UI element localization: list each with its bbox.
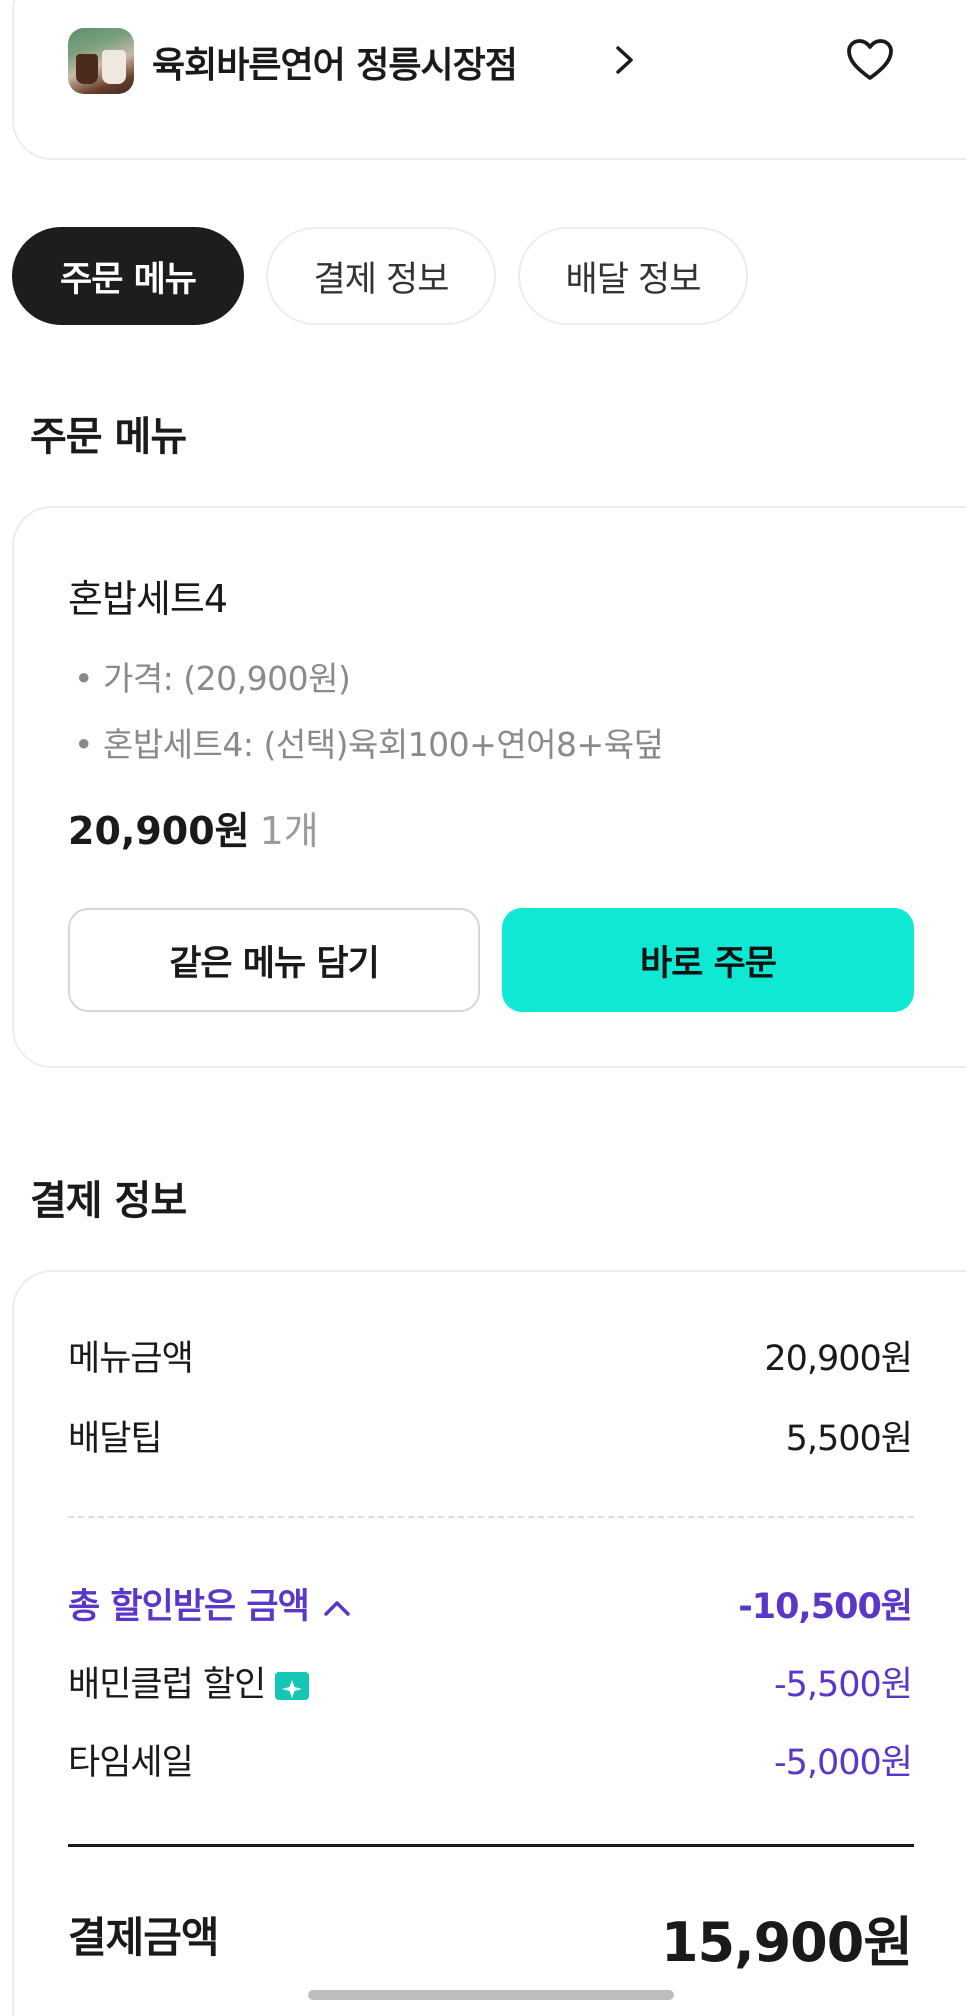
baemin-club-badge-icon bbox=[275, 1672, 310, 1700]
add-same-menu-button[interactable]: 같은 메뉴 담기 bbox=[68, 908, 480, 1012]
total-discount-value: -10,500원 bbox=[738, 1587, 913, 1627]
payment-total-value: 15,900원 bbox=[660, 1911, 913, 1974]
home-indicator[interactable] bbox=[308, 1990, 674, 2000]
menu-amount-value: 20,900원 bbox=[764, 1339, 913, 1379]
club-discount-label: 배민클럽 할인 bbox=[68, 1665, 266, 1705]
divider-solid bbox=[68, 1844, 914, 1847]
payment-info-title: 결제 정보 bbox=[30, 1178, 187, 1224]
menu-item-name: 혼밥세트4 bbox=[68, 577, 228, 621]
club-discount-value: -5,500원 bbox=[773, 1665, 913, 1705]
menu-amount-label: 메뉴금액 bbox=[68, 1339, 194, 1379]
store-thumbnail-shape bbox=[102, 50, 126, 84]
store-name[interactable]: 육회바른연어 정릉시장점 bbox=[152, 36, 518, 88]
chevron-right-icon[interactable] bbox=[612, 44, 638, 76]
menu-item-price-row: 20,900원 1개 bbox=[68, 800, 319, 855]
store-thumbnail[interactable] bbox=[68, 28, 134, 94]
chevron-up-icon[interactable] bbox=[323, 1599, 351, 1617]
time-sale-label: 타임세일 bbox=[68, 1743, 194, 1783]
heart-icon[interactable] bbox=[846, 38, 894, 82]
payment-total-label: 결제금액 bbox=[68, 1913, 220, 1962]
time-sale-value: -5,000원 bbox=[773, 1743, 913, 1783]
club-discount-row-label: 배민클럽 할인 bbox=[68, 1656, 310, 1707]
tab-delivery-info[interactable]: 배달 정보 bbox=[518, 227, 748, 325]
delivery-tip-label: 배달팁 bbox=[68, 1419, 163, 1459]
order-menu-title: 주문 메뉴 bbox=[30, 414, 187, 460]
tab-order-menu[interactable]: 주문 메뉴 bbox=[12, 227, 244, 325]
total-discount-toggle[interactable]: 총 할인받은 금액 bbox=[68, 1578, 351, 1629]
divider-dashed bbox=[68, 1516, 914, 1518]
menu-option-detail: • 혼밥세트4: (선택)육회100+연어8+육덮 bbox=[74, 725, 664, 764]
menu-item-price: 20,900원 bbox=[68, 809, 250, 853]
delivery-tip-value: 5,500원 bbox=[785, 1419, 913, 1459]
tab-payment-info[interactable]: 결제 정보 bbox=[266, 227, 496, 325]
menu-item-quantity: 1개 bbox=[259, 809, 319, 853]
order-now-button[interactable]: 바로 주문 bbox=[502, 908, 914, 1012]
total-discount-label: 총 할인받은 금액 bbox=[68, 1587, 310, 1627]
store-thumbnail-shape bbox=[76, 54, 98, 84]
menu-option-price: • 가격: (20,900원) bbox=[74, 659, 351, 698]
